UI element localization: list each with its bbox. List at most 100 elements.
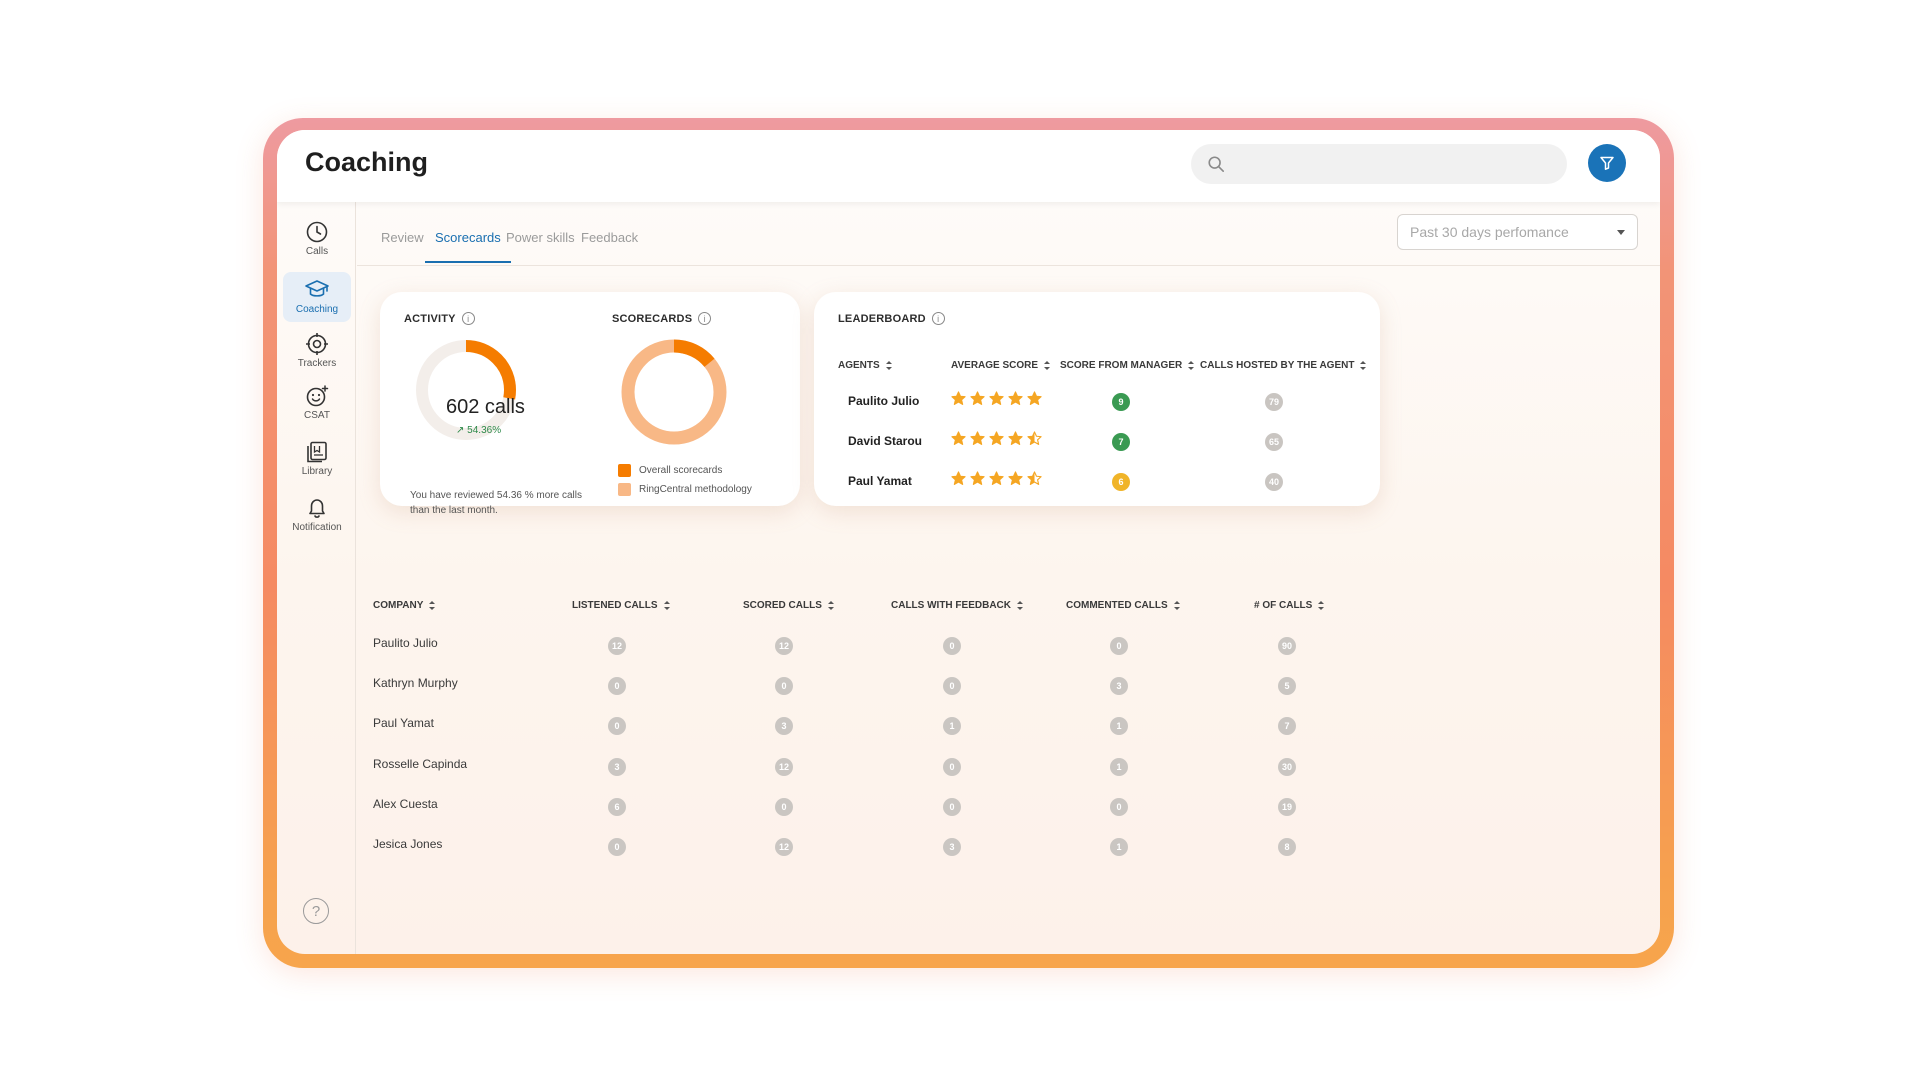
legend-item: Overall scorecards xyxy=(618,464,722,477)
column-header-listened-calls[interactable]: LISTENED CALLS xyxy=(572,600,670,611)
column-header-company[interactable]: COMPANY xyxy=(373,600,436,611)
sidebar-item-label: Notification xyxy=(292,522,342,533)
sort-icon xyxy=(827,601,834,610)
tab-review[interactable]: Review xyxy=(381,230,424,261)
info-icon[interactable]: i xyxy=(698,312,712,325)
library-icon xyxy=(307,441,327,463)
sidebar-item-label: CSAT xyxy=(304,410,330,421)
leaderboard-agent-name[interactable]: Paul Yamat xyxy=(848,474,912,488)
activity-note: You have reviewed 54.36 % more calls tha… xyxy=(410,490,582,516)
top-bar: Coaching xyxy=(277,130,1660,202)
app-window: Coaching Calls Coaching Trackers CSAT Li… xyxy=(277,130,1660,954)
sidebar-item-trackers[interactable]: Trackers xyxy=(283,326,351,376)
sidebar-item-label: Coaching xyxy=(295,304,339,315)
info-icon[interactable]: i xyxy=(461,312,475,325)
sidebar-item-calls[interactable]: Calls xyxy=(283,214,351,264)
app-frame: Coaching Calls Coaching Trackers CSAT Li… xyxy=(263,118,1674,968)
leaderboard-heading: LEADERBOARD i xyxy=(838,312,945,325)
star-full-icon xyxy=(951,471,966,485)
star-full-icon xyxy=(1008,471,1023,485)
period-dropdown[interactable]: Past 30 days perfomance xyxy=(1397,214,1638,250)
table-cell-count-badge: 1 xyxy=(1110,717,1128,735)
info-icon[interactable]: i xyxy=(931,312,945,325)
graduation-cap-icon xyxy=(305,280,329,297)
table-row-company-name[interactable]: Paul Yamat xyxy=(373,716,434,730)
column-header-calls-with-feedback[interactable]: CALLS WITH FEEDBACK xyxy=(891,600,1023,611)
column-label: SCORE FROM MANAGER xyxy=(1060,360,1183,371)
table-cell-count-badge: 19 xyxy=(1278,798,1296,816)
target-icon xyxy=(306,333,328,355)
table-cell-count-badge: 7 xyxy=(1278,717,1296,735)
help-button[interactable]: ? xyxy=(303,898,329,924)
scorecards-title: SCORECARDS xyxy=(612,312,693,325)
column-label: CALLS WITH FEEDBACK xyxy=(891,600,1011,611)
star-full-icon xyxy=(951,391,966,405)
scorecards-donut xyxy=(621,339,727,445)
column-label: # OF CALLS xyxy=(1254,600,1313,611)
table-cell-count-badge: 3 xyxy=(1110,677,1128,695)
manager-score-badge: 9 xyxy=(1112,393,1130,411)
column-header-score-from-manager[interactable]: SCORE FROM MANAGER xyxy=(1060,360,1195,371)
column-label: COMMENTED CALLS xyxy=(1066,600,1168,611)
calls-hosted-badge: 65 xyxy=(1265,433,1283,451)
sidebar-item-label: Calls xyxy=(305,246,329,257)
leaderboard-agent-name[interactable]: David Starou xyxy=(848,434,922,448)
star-full-icon xyxy=(1008,431,1023,445)
sidebar-item-csat[interactable]: CSAT xyxy=(283,378,351,428)
table-row-company-name[interactable]: Kathryn Murphy xyxy=(373,676,458,690)
column-header-agents[interactable]: AGENTS xyxy=(838,360,892,371)
star-half-icon xyxy=(1027,431,1042,445)
table-cell-count-badge: 1 xyxy=(1110,758,1128,776)
star-full-icon xyxy=(989,471,1004,485)
table-cell-count-badge: 3 xyxy=(943,838,961,856)
activity-title: ACTIVITY xyxy=(404,312,456,325)
column-label: AVERAGE SCORE xyxy=(951,360,1039,371)
sidebar: Calls Coaching Trackers CSAT Library Not… xyxy=(277,202,356,954)
legend-swatch xyxy=(618,464,631,477)
column-header-calls-hosted[interactable]: CALLS HOSTED BY THE AGENT xyxy=(1200,360,1367,371)
star-full-icon xyxy=(989,391,1004,405)
sidebar-item-label: Library xyxy=(301,466,333,477)
star-full-icon xyxy=(970,471,985,485)
clock-icon xyxy=(306,221,328,243)
filter-button[interactable] xyxy=(1588,144,1626,182)
sidebar-item-notification[interactable]: Notification xyxy=(283,490,351,540)
scorecards-heading: SCORECARDS i xyxy=(612,312,712,325)
search-input[interactable] xyxy=(1191,144,1567,184)
tab-power-skills[interactable]: Power skills xyxy=(506,230,575,261)
table-cell-count-badge: 12 xyxy=(775,637,793,655)
sort-icon xyxy=(1318,601,1325,610)
column-header-scored-calls[interactable]: SCORED CALLS xyxy=(743,600,834,611)
sort-icon xyxy=(1360,361,1367,370)
search-icon xyxy=(1208,156,1225,173)
sidebar-item-library[interactable]: Library xyxy=(283,434,351,484)
column-header-number-of-calls[interactable]: # OF CALLS xyxy=(1254,600,1325,611)
column-header-commented-calls[interactable]: COMMENTED CALLS xyxy=(1066,600,1180,611)
leaderboard-title: LEADERBOARD xyxy=(838,312,926,325)
table-cell-count-badge: 0 xyxy=(943,758,961,776)
column-label: COMPANY xyxy=(373,600,424,611)
table-cell-count-badge: 3 xyxy=(608,758,626,776)
sidebar-item-coaching[interactable]: Coaching xyxy=(283,272,351,322)
table-cell-count-badge: 30 xyxy=(1278,758,1296,776)
activity-scorecards-card: ACTIVITY i 602 calls ↗ 54.36% You have r… xyxy=(380,292,800,516)
column-label: LISTENED CALLS xyxy=(572,600,658,611)
tab-feedback[interactable]: Feedback xyxy=(581,230,638,261)
table-cell-count-badge: 1 xyxy=(943,717,961,735)
table-cell-count-badge: 0 xyxy=(775,677,793,695)
table-row-company-name[interactable]: Jesica Jones xyxy=(373,837,442,851)
table-row-company-name[interactable]: Paulito Julio xyxy=(373,636,438,650)
star-rating xyxy=(951,471,1042,486)
smiley-icon xyxy=(306,385,329,407)
column-header-average-score[interactable]: AVERAGE SCORE xyxy=(951,360,1051,371)
table-row-company-name[interactable]: Rosselle Capinda xyxy=(373,757,467,771)
sort-icon xyxy=(663,601,670,610)
tab-scorecards[interactable]: Scorecards xyxy=(425,230,511,263)
table-row-company-name[interactable]: Alex Cuesta xyxy=(373,797,438,811)
star-rating xyxy=(951,431,1042,446)
table-cell-count-badge: 12 xyxy=(775,838,793,856)
table-cell-count-badge: 0 xyxy=(1110,637,1128,655)
calls-hosted-badge: 40 xyxy=(1265,473,1283,491)
leaderboard-agent-name[interactable]: Paulito Julio xyxy=(848,394,919,408)
table-cell-count-badge: 0 xyxy=(943,677,961,695)
